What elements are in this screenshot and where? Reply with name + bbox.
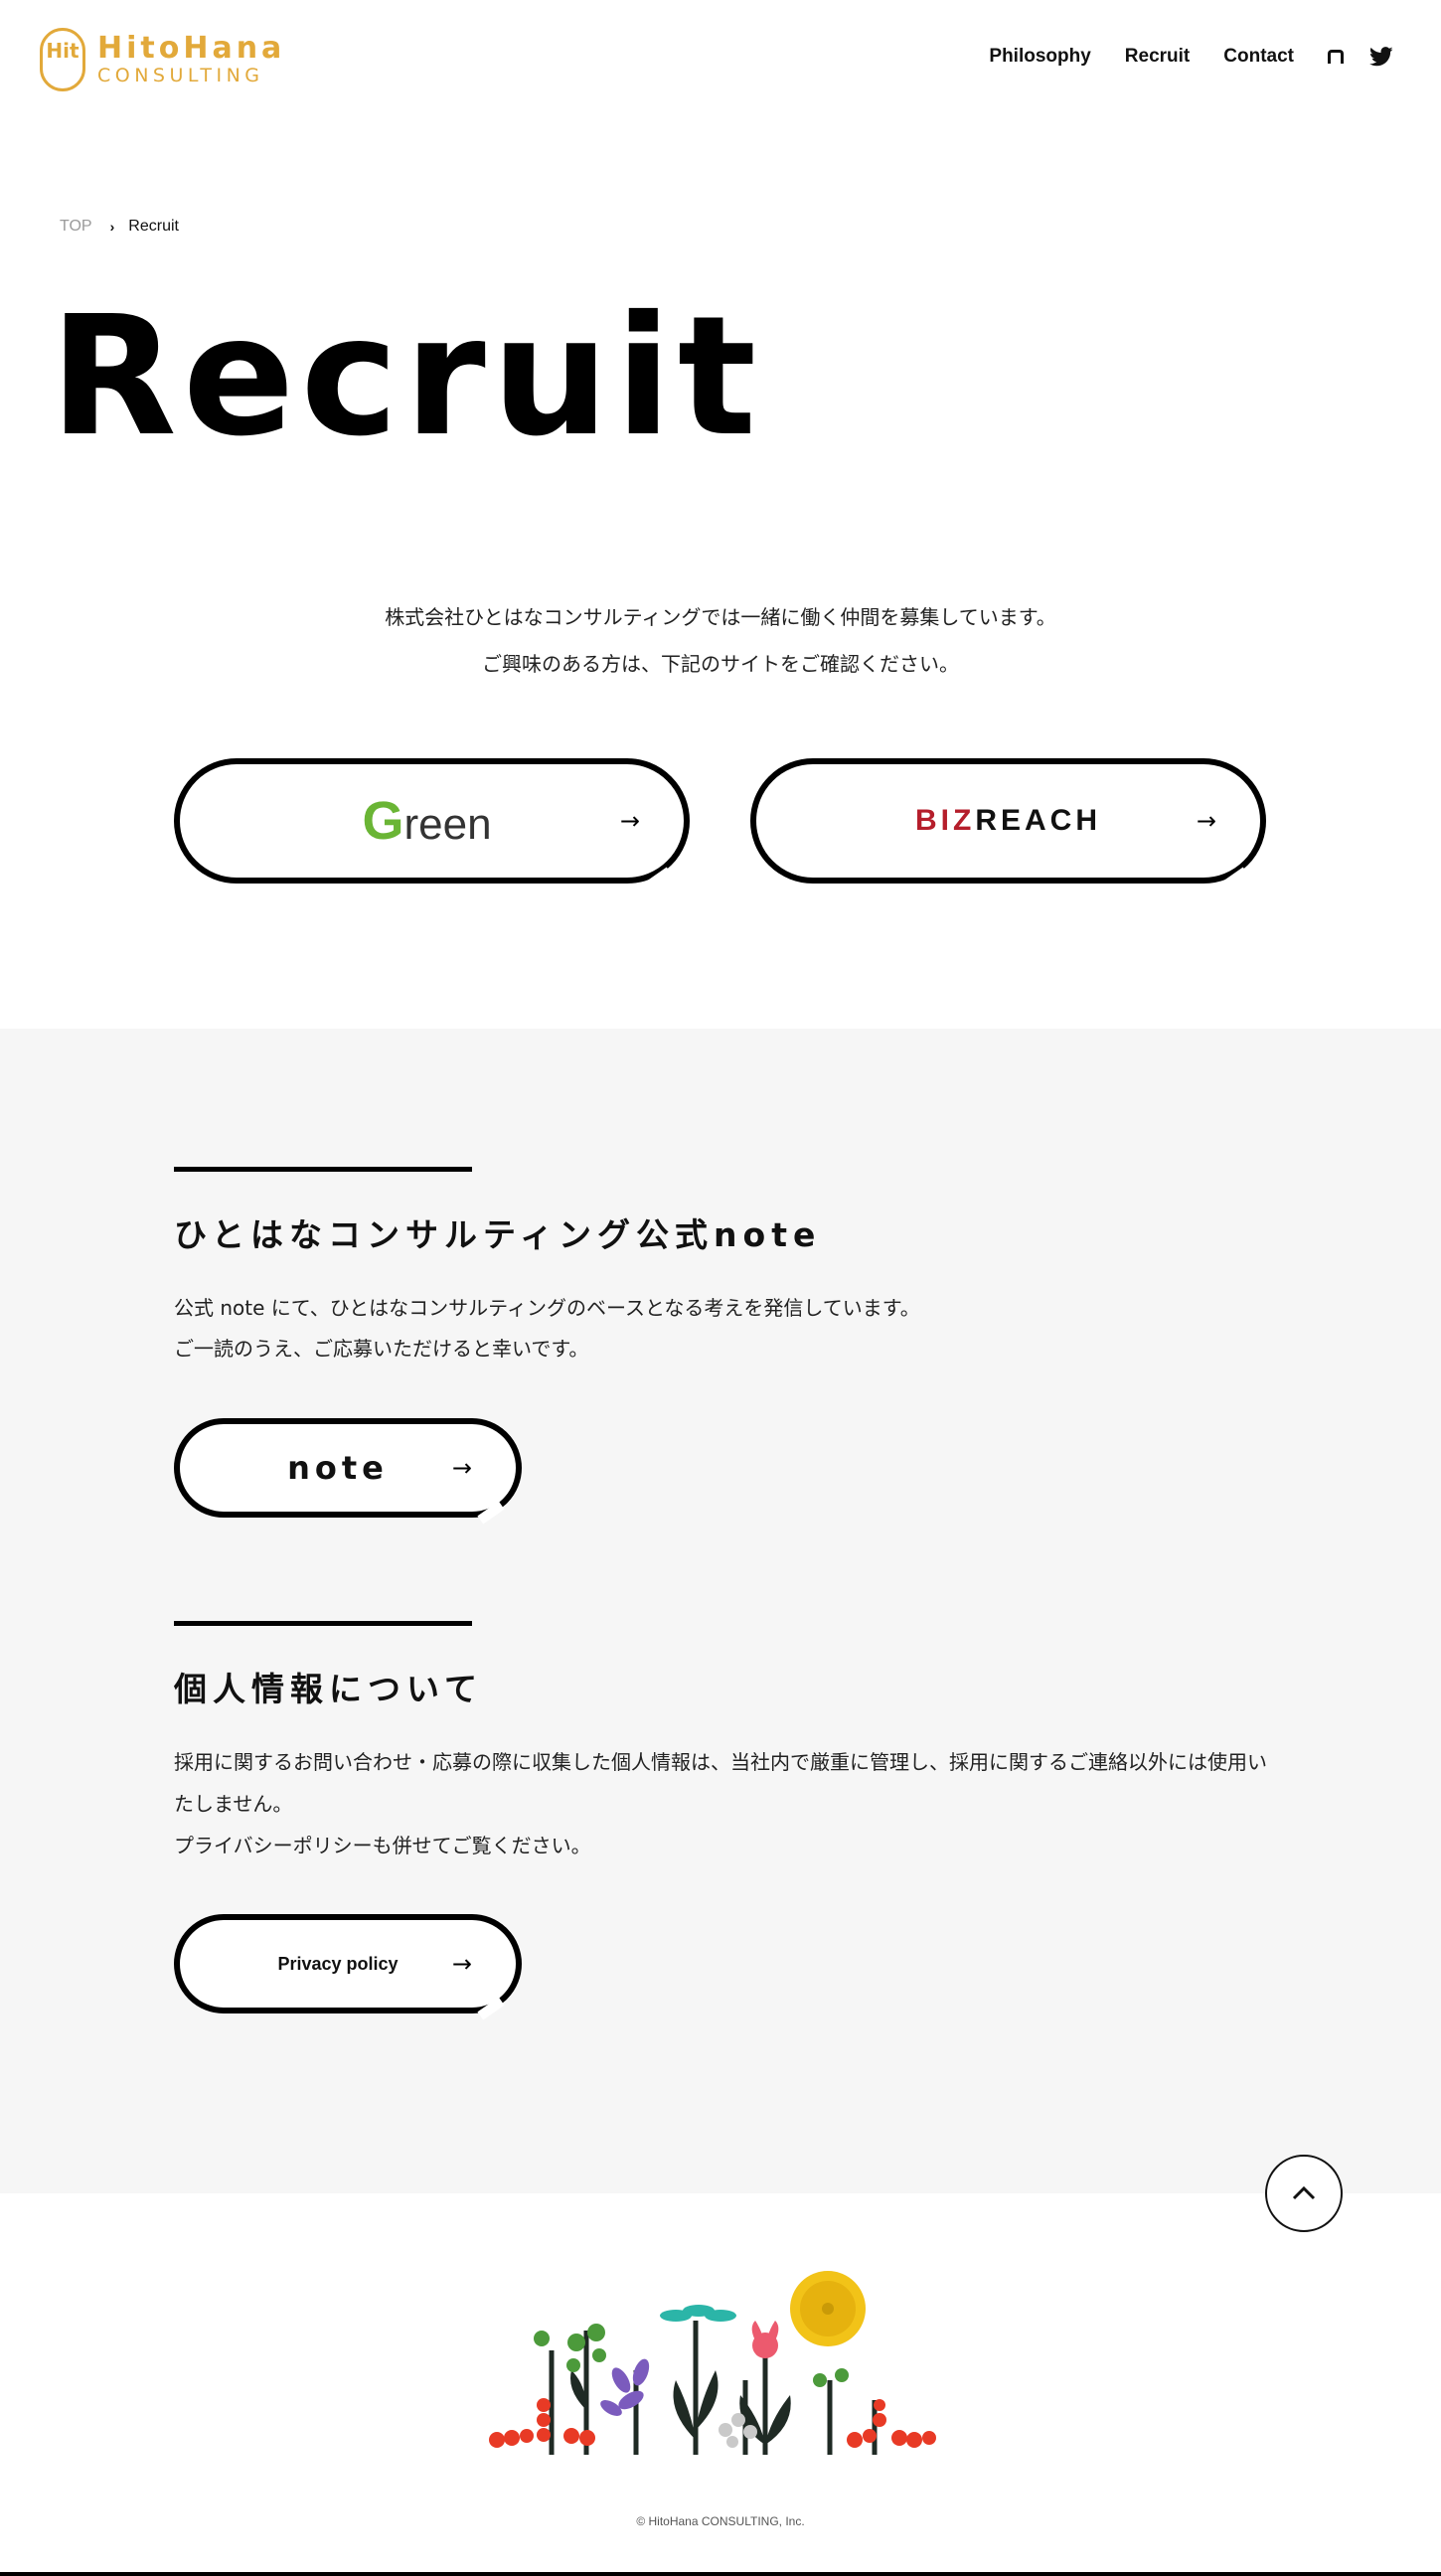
arrow-right-icon: → <box>1196 807 1216 835</box>
site-header: Hit HitoHana CONSULTING Philosophy Recru… <box>0 0 1441 119</box>
privacy-section-rule <box>174 1621 472 1626</box>
logo-mark-icon: Hit <box>40 28 85 91</box>
note-logo: note <box>287 1449 389 1487</box>
nav-contact[interactable]: Contact <box>1223 46 1294 68</box>
bottom-bar <box>0 2572 1441 2576</box>
nav-philosophy[interactable]: Philosophy <box>989 46 1090 68</box>
green-logo-rest: reen <box>403 800 492 849</box>
flower-illustration <box>489 2271 936 2455</box>
chevron-up-icon <box>1292 2185 1316 2200</box>
green-logo-g: G <box>362 791 404 851</box>
logo-mark-text: Hit <box>46 39 80 63</box>
bizreach-logo-biz: BIZ <box>915 804 976 837</box>
intro-line2: ご興味のある方は、下記のサイトをご確認ください。 <box>482 652 959 676</box>
note-icon[interactable] <box>1328 50 1344 64</box>
page-title: Recruit <box>50 281 763 473</box>
green-recruit-button[interactable]: Green → <box>174 758 690 890</box>
back-to-top-button[interactable] <box>1265 2155 1343 2232</box>
company-logo[interactable]: Hit HitoHana CONSULTING <box>40 28 285 91</box>
note-section-title: ひとはなコンサルティング公式note <box>174 1215 822 1254</box>
arrow-right-icon: → <box>451 1950 472 1978</box>
breadcrumb: TOP › Recruit <box>60 218 179 236</box>
logo-line2: CONSULTING <box>97 65 264 86</box>
nav-recruit[interactable]: Recruit <box>1125 46 1190 68</box>
copyright: © HitoHana CONSULTING, Inc. <box>636 2514 805 2528</box>
note-section-text2: ご一読のうえ、ご応募いただけると幸いです。 <box>174 1337 589 1361</box>
green-logo: Green <box>362 790 491 852</box>
privacy-section-title: 個人情報について <box>174 1670 484 1708</box>
bizreach-logo: BIZREACH <box>915 804 1101 838</box>
privacy-section-text1: 採用に関するお問い合わせ・応募の際に収集した個人情報は、当社内で厳重に管理し、採… <box>174 1750 1267 1816</box>
privacy-section-text2: プライバシーポリシーも併せてご覧ください。 <box>174 1834 591 1857</box>
twitter-icon[interactable] <box>1369 46 1393 68</box>
intro-line1: 株式会社ひとはなコンサルティングでは一緒に働く仲間を募集しています。 <box>385 605 1056 629</box>
bizreach-logo-reach: REACH <box>975 804 1101 837</box>
breadcrumb-current: Recruit <box>128 218 179 235</box>
logo-line1: HitoHana <box>97 31 286 66</box>
info-section <box>0 1029 1441 2193</box>
note-section-rule <box>174 1167 472 1172</box>
pill-notch <box>1221 867 1249 890</box>
arrow-right-icon: → <box>619 807 640 835</box>
pill-notch <box>645 867 673 890</box>
chevron-right-icon: › <box>109 219 115 235</box>
arrow-right-icon: → <box>451 1454 472 1482</box>
note-section-text1: 公式 note にて、ひとはなコンサルティングのベースとなる考えを発信しています… <box>174 1296 920 1320</box>
privacy-policy-label: Privacy policy <box>277 1953 399 1974</box>
breadcrumb-top-link[interactable]: TOP <box>60 218 92 236</box>
main-nav: Philosophy Recruit Contact <box>955 46 1393 68</box>
privacy-policy-button[interactable]: Privacy policy → <box>174 1914 522 2020</box>
bizreach-recruit-button[interactable]: BIZREACH → <box>750 758 1266 890</box>
logo-wordmark: HitoHana CONSULTING <box>97 31 286 87</box>
note-button[interactable]: note → <box>174 1418 522 1525</box>
